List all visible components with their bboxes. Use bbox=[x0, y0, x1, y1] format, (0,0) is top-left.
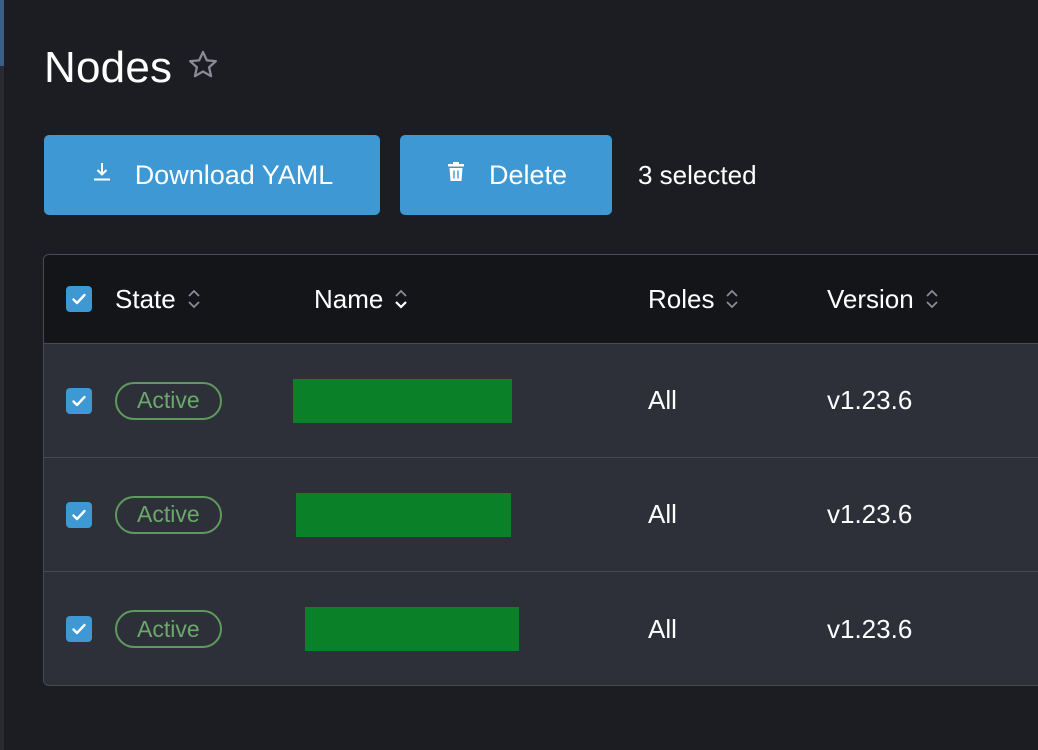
table-header: State Name Roles Version bbox=[44, 255, 1038, 344]
delete-button[interactable]: Delete bbox=[400, 135, 612, 215]
redacted-node-name[interactable] bbox=[293, 378, 512, 423]
roles-cell: All bbox=[648, 458, 677, 571]
column-header-version[interactable]: Version bbox=[827, 255, 940, 343]
version-cell: v1.23.6 bbox=[827, 344, 912, 457]
column-header-state[interactable]: State bbox=[115, 255, 202, 343]
download-icon bbox=[91, 159, 113, 181]
row-checkbox[interactable] bbox=[66, 616, 92, 642]
sidebar-edge bbox=[0, 0, 4, 750]
column-header-roles[interactable]: Roles bbox=[648, 255, 740, 343]
status-badge: Active bbox=[115, 381, 222, 420]
column-header-roles-label: Roles bbox=[648, 283, 715, 314]
redacted-node-name[interactable] bbox=[305, 607, 519, 651]
column-header-version-label: Version bbox=[827, 283, 914, 314]
sort-icon bbox=[186, 286, 202, 312]
version-cell: v1.23.6 bbox=[827, 458, 912, 571]
nodes-page: Nodes Download YAML Delete 3 selected St… bbox=[0, 0, 1038, 750]
version-cell: v1.23.6 bbox=[827, 572, 913, 685]
version-value: v1.23.6 bbox=[827, 613, 913, 644]
nodes-table: State Name Roles Version Active All v1.2… bbox=[43, 254, 1038, 686]
checkmark-icon bbox=[72, 395, 86, 406]
column-header-name-label: Name bbox=[314, 283, 384, 314]
table-row[interactable]: Active All v1.23.6 bbox=[44, 458, 1038, 572]
state-cell: Active bbox=[115, 458, 222, 571]
selected-count: 3 selected bbox=[638, 159, 757, 190]
checkmark-icon bbox=[72, 293, 86, 305]
status-badge: Active bbox=[115, 495, 222, 534]
row-select-cell bbox=[66, 572, 92, 685]
state-cell: Active bbox=[115, 572, 222, 685]
trash-icon bbox=[445, 159, 467, 181]
name-cell bbox=[296, 458, 511, 571]
checkmark-icon bbox=[72, 509, 86, 520]
row-select-cell bbox=[66, 458, 92, 571]
column-header-name[interactable]: Name bbox=[314, 255, 409, 343]
name-cell bbox=[305, 572, 519, 685]
sort-icon bbox=[393, 286, 409, 312]
version-value: v1.23.6 bbox=[827, 385, 913, 415]
row-checkbox[interactable] bbox=[66, 387, 92, 414]
roles-value: All bbox=[648, 613, 677, 644]
state-cell: Active bbox=[115, 344, 222, 457]
title-row: Nodes bbox=[44, 38, 220, 98]
sidebar-edge-accent bbox=[0, 0, 4, 66]
redacted-node-name[interactable] bbox=[296, 492, 511, 537]
page-title: Nodes bbox=[44, 43, 173, 92]
roles-value: All bbox=[648, 385, 677, 415]
select-all-checkbox[interactable] bbox=[66, 286, 92, 312]
sort-icon bbox=[724, 286, 740, 312]
bulk-actions-toolbar: Download YAML Delete 3 selected bbox=[44, 135, 757, 215]
roles-cell: All bbox=[648, 572, 677, 685]
roles-value: All bbox=[648, 499, 677, 529]
version-value: v1.23.6 bbox=[827, 499, 913, 529]
table-row[interactable]: Active All v1.23.6 bbox=[44, 572, 1038, 685]
column-header-state-label: State bbox=[115, 283, 176, 314]
status-badge: Active bbox=[115, 610, 222, 648]
select-all-cell bbox=[66, 255, 92, 343]
row-checkbox[interactable] bbox=[66, 501, 92, 528]
name-cell bbox=[293, 344, 512, 457]
delete-label: Delete bbox=[488, 159, 568, 190]
row-select-cell bbox=[66, 344, 92, 457]
download-yaml-button[interactable]: Download YAML bbox=[44, 135, 380, 215]
roles-cell: All bbox=[648, 344, 677, 457]
sort-icon bbox=[924, 286, 940, 312]
star-icon[interactable] bbox=[186, 48, 220, 82]
table-row[interactable]: Active All v1.23.6 bbox=[44, 344, 1038, 458]
checkmark-icon bbox=[72, 623, 86, 635]
download-yaml-label: Download YAML bbox=[134, 159, 334, 190]
